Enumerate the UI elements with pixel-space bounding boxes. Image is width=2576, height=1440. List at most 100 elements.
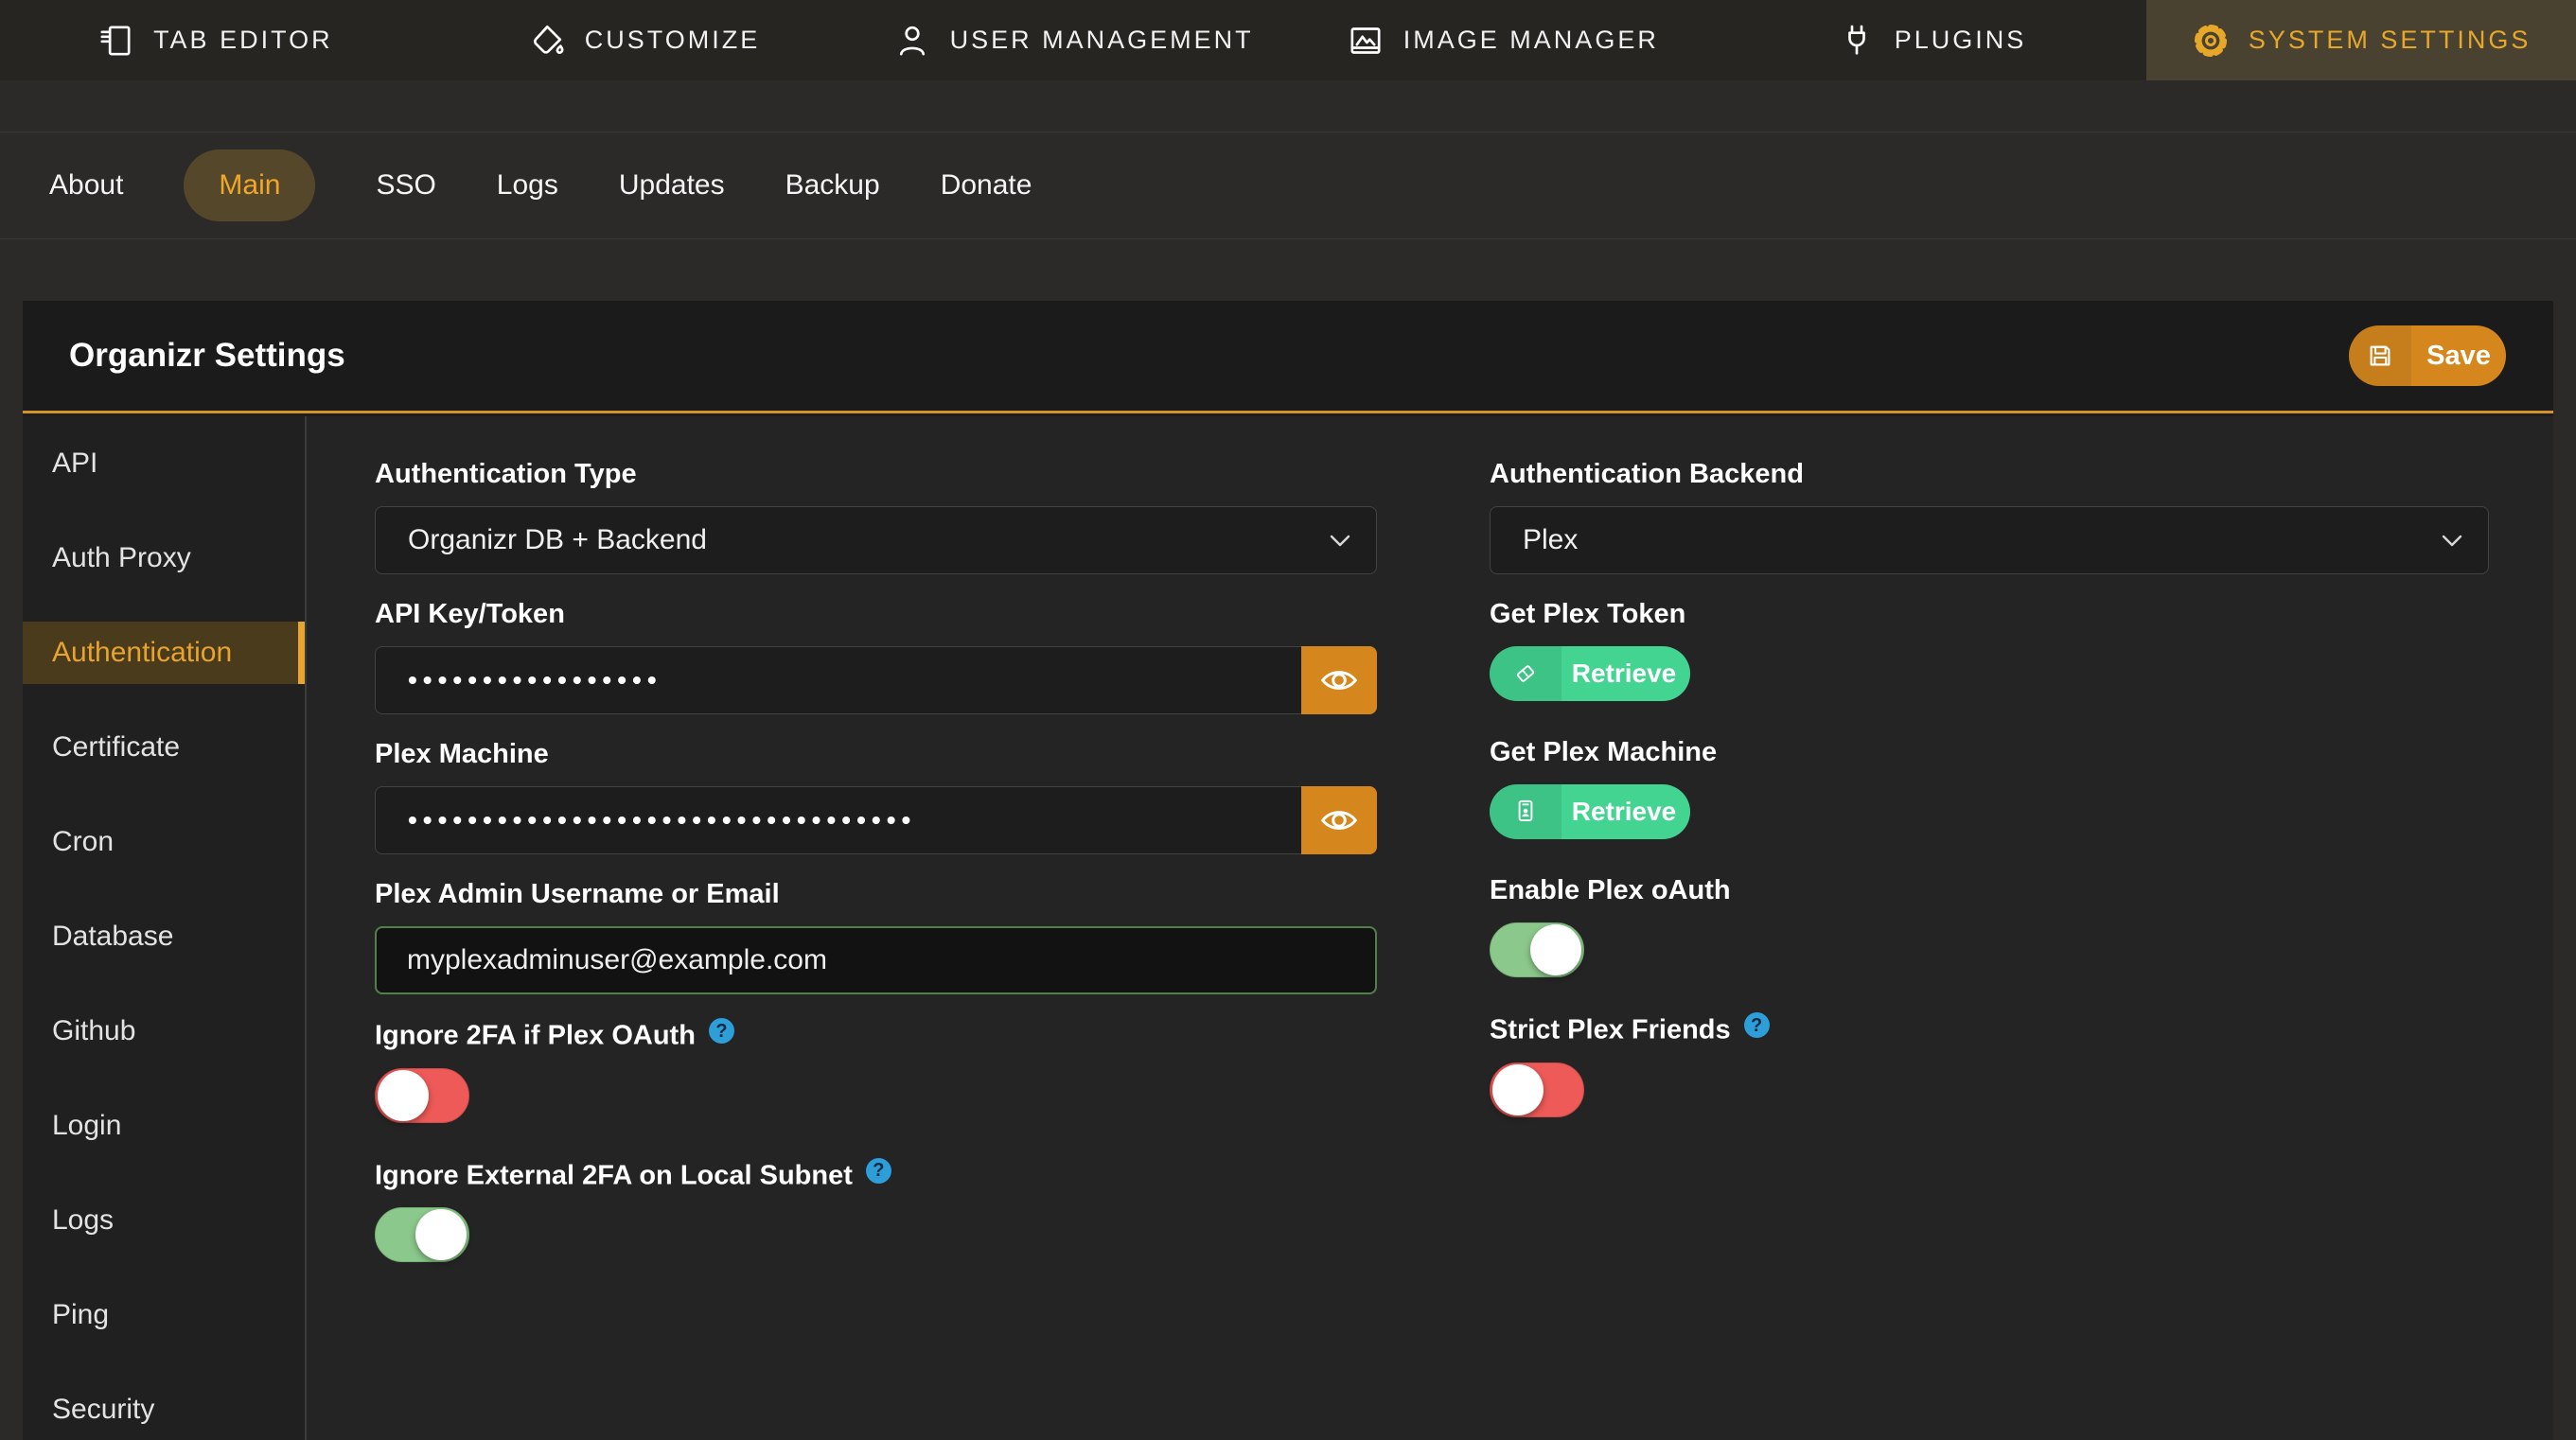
chevron-down-icon [1329,534,1351,548]
sidebar-item-label: API [23,432,305,495]
auth-backend-group: Authentication Backend Plex [1490,458,2489,574]
plex-admin-group: Plex Admin Username or Email [375,878,1377,994]
auth-backend-selected-value: Plex [1523,524,1578,556]
auth-type-selected-value: Organizr DB + Backend [408,524,707,556]
nav-tab-editor[interactable]: TAB EDITOR [0,0,430,80]
subnav-donate[interactable]: Donate [941,169,1032,202]
nav-label: CUSTOMIZE [585,26,761,55]
image-manager-icon [1347,22,1385,60]
nav-label: USER MANAGEMENT [950,26,1254,55]
nav-plugins[interactable]: PLUGINS [1718,0,2147,80]
subnav-main[interactable]: Main [184,149,315,221]
sidebar-item-label: Certificate [23,716,305,779]
save-button-label: Save [2411,325,2506,386]
subnav-sso[interactable]: SSO [376,169,435,202]
sidebar-item-api[interactable]: API [23,416,305,511]
plex-admin-label: Plex Admin Username or Email [375,878,1377,910]
nav-user-management[interactable]: USER MANAGEMENT [858,0,1288,80]
panel-header: Organizr Settings Save [23,301,2553,413]
authentication-settings-form: Authentication Type Organizr DB + Backen… [307,416,2553,1440]
plex-machine-label: Plex Machine [375,738,1377,770]
sidebar-item-certificate[interactable]: Certificate [23,700,305,795]
retrieve-button-label: Retrieve [1561,646,1690,701]
sidebar-item-label: Logs [23,1189,305,1252]
chevron-down-icon [2441,534,2463,548]
top-navigation: TAB EDITOR CUSTOMIZE USER MANAGEMENT I [0,0,2576,80]
nav-system-settings[interactable]: SYSTEM SETTINGS [2146,0,2576,80]
help-icon[interactable]: ? [1744,1012,1770,1038]
sidebar-item-login[interactable]: Login [23,1079,305,1173]
ignore-2fa-toggle[interactable] [375,1068,469,1123]
sidebar-item-database[interactable]: Database [23,889,305,984]
ignore-external-2fa-group: Ignore External 2FA on Local Subnet? [375,1158,1377,1263]
sidebar-item-label: Database [23,905,305,968]
nav-customize[interactable]: CUSTOMIZE [430,0,859,80]
sidebar-item-cron[interactable]: Cron [23,795,305,889]
enable-plex-oauth-group: Enable Plex oAuth [1490,874,2489,977]
sidebar-item-authentication[interactable]: Authentication [23,606,305,700]
toggle-knob [1530,924,1581,975]
toggle-knob [1492,1064,1544,1115]
plex-machine-input[interactable] [375,786,1301,854]
sidebar-item-label: Github [23,1000,305,1062]
subnav-backup[interactable]: Backup [785,169,880,202]
sidebar-item-auth-proxy[interactable]: Auth Proxy [23,511,305,606]
plex-admin-input[interactable] [375,926,1377,994]
auth-type-label: Authentication Type [375,458,1377,490]
reveal-api-key-button[interactable] [1301,646,1377,714]
sidebar-item-logs[interactable]: Logs [23,1173,305,1268]
auth-type-group: Authentication Type Organizr DB + Backen… [375,458,1377,574]
nav-image-manager[interactable]: IMAGE MANAGER [1288,0,1718,80]
tab-editor-icon [97,22,134,60]
ignore-external-2fa-toggle[interactable] [375,1207,469,1262]
plugins-icon [1838,22,1876,60]
subnav-logs[interactable]: Logs [497,169,558,202]
id-card-icon [1490,784,1561,839]
sidebar-item-security[interactable]: Security [23,1362,305,1440]
strict-plex-friends-toggle[interactable] [1490,1062,1584,1117]
sidebar-item-label: Cron [23,811,305,873]
auth-backend-label: Authentication Backend [1490,458,2489,490]
nav-label: SYSTEM SETTINGS [2249,26,2532,55]
form-right-column: Authentication Backend Plex Get Plex Tok… [1490,458,2489,1440]
enable-plex-oauth-toggle[interactable] [1490,922,1584,977]
retrieve-plex-token-button[interactable]: Retrieve [1490,646,1690,701]
api-key-label: API Key/Token [375,598,1377,630]
auth-type-select[interactable]: Organizr DB + Backend [375,506,1377,574]
reveal-plex-machine-button[interactable] [1301,786,1377,854]
sidebar-item-label: Ping [23,1284,305,1346]
sidebar-item-label: Authentication [23,622,305,684]
get-plex-machine-group: Get Plex Machine Retrieve [1490,736,2489,839]
save-button[interactable]: Save [2349,325,2506,386]
settings-sub-navigation: About Main SSO Logs Updates Backup Donat… [0,132,2576,239]
strict-plex-friends-group: Strict Plex Friends? [1490,1012,2489,1117]
api-key-input[interactable] [375,646,1301,714]
help-icon[interactable]: ? [866,1158,891,1184]
strict-plex-friends-label-text: Strict Plex Friends [1490,1015,1731,1045]
nav-label: TAB EDITOR [153,26,333,55]
page-title: Organizr Settings [69,337,345,375]
subnav-updates[interactable]: Updates [619,169,725,202]
sidebar-item-github[interactable]: Github [23,984,305,1079]
sidebar-item-ping[interactable]: Ping [23,1268,305,1362]
ignore-2fa-label: Ignore 2FA if Plex OAuth? [375,1018,1377,1052]
system-settings-gear-icon [2192,22,2230,60]
ticket-icon [1490,646,1561,701]
organizr-settings-page: TAB EDITOR CUSTOMIZE USER MANAGEMENT I [0,0,2576,1440]
eye-icon [1320,666,1358,694]
get-plex-machine-label: Get Plex Machine [1490,736,2489,768]
settings-sidebar: API Auth Proxy Authentication Certificat… [23,416,307,1440]
help-icon[interactable]: ? [709,1018,734,1044]
subnav-about[interactable]: About [49,169,123,202]
plex-machine-group: Plex Machine [375,738,1377,854]
auth-backend-select[interactable]: Plex [1490,506,2489,574]
strict-plex-friends-label: Strict Plex Friends? [1490,1012,2489,1046]
retrieve-button-label: Retrieve [1561,784,1690,839]
get-plex-token-label: Get Plex Token [1490,598,2489,630]
ignore-external-2fa-label-text: Ignore External 2FA on Local Subnet [375,1160,853,1190]
api-key-group: API Key/Token [375,598,1377,714]
customize-icon [528,22,566,60]
retrieve-plex-machine-button[interactable]: Retrieve [1490,784,1690,839]
sidebar-item-label: Security [23,1379,305,1440]
enable-plex-oauth-label: Enable Plex oAuth [1490,874,2489,906]
